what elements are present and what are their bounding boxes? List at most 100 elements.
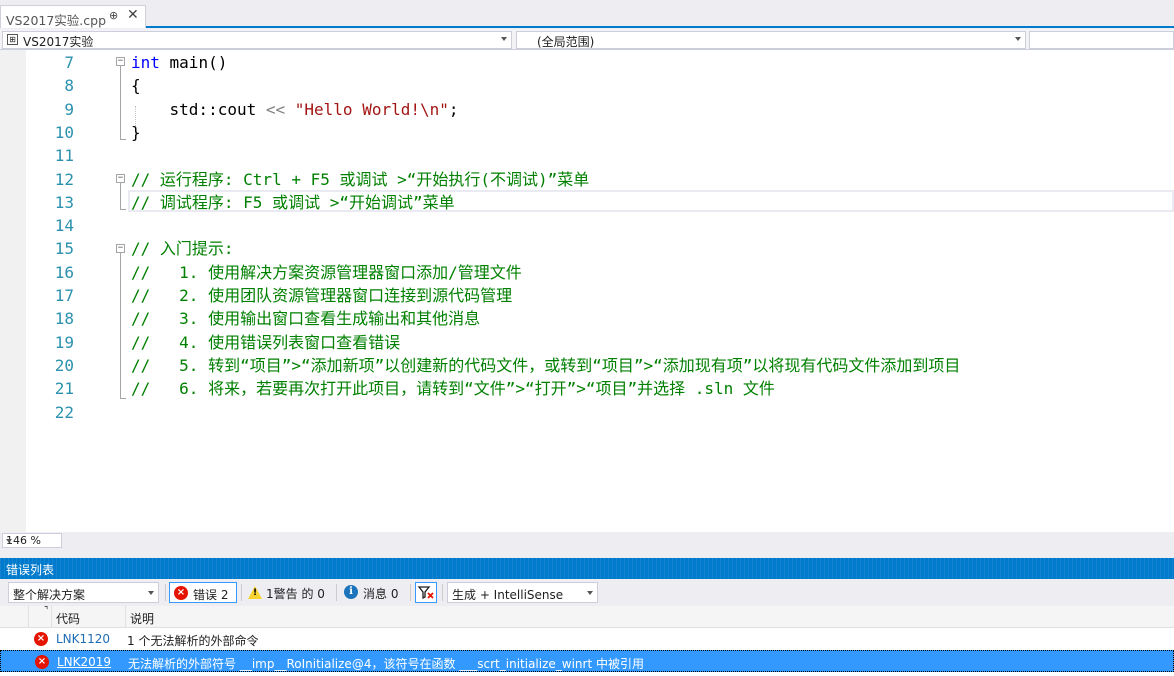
- error-row[interactable]: × LNK1120 1 个无法解析的外部命令: [0, 628, 1174, 650]
- filter-icon: [417, 586, 434, 600]
- code-token: // 入门提示:: [131, 239, 234, 259]
- zoom-dropdown[interactable]: 146 %: [2, 533, 62, 548]
- document-tab-strip: VS2017实验.cpp ⊕ ✕: [0, 0, 1174, 28]
- code-token: // 2. 使用团队资源管理器窗口连接到源代码管理: [131, 286, 513, 305]
- toolbar-separator: [241, 584, 242, 601]
- collapse-icon[interactable]: −: [116, 244, 125, 253]
- code-line: // 6. 将来，若要再次打开此项目，请转到“文件”>“打开”>“项目”并选择 …: [131, 377, 775, 400]
- scope-filter-value: 整个解决方案: [13, 588, 86, 602]
- chevron-down-icon: [6, 539, 12, 543]
- line-number: 16: [54, 262, 74, 282]
- code-editor[interactable]: 7 8 9 10 11 12 13 14 15 16 17 18 19 20 21 22 − − − int …: [0, 50, 1174, 532]
- chevron-down-icon: [1015, 37, 1021, 41]
- document-tab-title: VS2017实验.cpp: [6, 13, 107, 28]
- build-filter-value: 生成 + IntelliSense: [452, 588, 564, 602]
- fold-line: [120, 66, 121, 139]
- fold-line-end: [120, 139, 126, 140]
- code-token: {: [131, 76, 141, 96]
- line-number: 20: [54, 355, 74, 375]
- indicator-margin: [0, 50, 26, 532]
- header-cell-sort[interactable]: ⌝: [29, 606, 52, 628]
- error-code-link[interactable]: LNK2019: [57, 655, 111, 669]
- line-number: 21: [54, 379, 74, 399]
- code-token: // 运行程序: Ctrl + F5 或调试 >“开始执行(不调试)”菜单: [131, 169, 590, 189]
- document-tab[interactable]: VS2017实验.cpp ⊕ ✕: [0, 5, 146, 28]
- messages-filter-label: 消息 0: [363, 587, 399, 601]
- info-icon: i: [344, 585, 358, 599]
- line-number: 19: [54, 332, 74, 352]
- close-icon[interactable]: ✕: [127, 7, 139, 23]
- sort-icon: ⌝: [44, 606, 49, 616]
- error-list-bottom: [0, 672, 1174, 676]
- error-code-link[interactable]: LNK1120: [56, 632, 110, 646]
- code-line: {: [131, 74, 141, 97]
- errors-filter-label: 错误 2: [193, 588, 229, 602]
- chevron-down-icon: [148, 591, 154, 595]
- toolbar-separator: [165, 584, 166, 601]
- code-token: // 6. 将来，若要再次打开此项目，请转到“文件”>“打开”>“项目”并选择 …: [131, 379, 775, 399]
- code-token: // 5. 转到“项目”>“添加新项”以创建新的代码文件，或转到“项目”>“添加…: [131, 355, 961, 375]
- filter-button[interactable]: [415, 582, 437, 603]
- code-line: // 调试程序: F5 或调试 >“开始调试”菜单: [131, 191, 455, 214]
- toolbar-separator: [410, 584, 411, 601]
- error-description: 1 个无法解析的外部命令: [127, 634, 259, 648]
- code-line: // 2. 使用团队资源管理器窗口连接到源代码管理: [131, 284, 512, 307]
- line-number: 13: [54, 192, 74, 212]
- build-filter-dropdown[interactable]: 生成 + IntelliSense: [447, 582, 598, 603]
- code-token: // 1. 使用解决方案资源管理器窗口添加/管理文件: [131, 262, 522, 282]
- warnings-filter-button[interactable]: ! 1警告 的 0: [246, 582, 332, 603]
- code-token: "Hello World!\n": [294, 99, 449, 119]
- code-token: std::cout: [131, 99, 266, 119]
- scope-filter-dropdown[interactable]: 整个解决方案: [8, 582, 159, 603]
- toolbar-separator: [442, 584, 443, 601]
- messages-filter-button[interactable]: i 消息 0: [342, 582, 406, 603]
- code-line: // 3. 使用输出窗口查看生成输出和其他消息: [131, 307, 480, 330]
- editor-status-row: 146 %: [0, 532, 1174, 549]
- scope-dropdown[interactable]: (全局范围): [516, 31, 1026, 49]
- code-token: // 3. 使用输出窗口查看生成输出和其他消息: [131, 309, 481, 329]
- fold-line-end: [120, 209, 126, 210]
- chevron-down-icon: [501, 37, 507, 41]
- code-token: main(): [159, 53, 228, 72]
- line-number: 18: [54, 309, 74, 329]
- member-dropdown[interactable]: [1029, 31, 1174, 49]
- warning-icon: !: [248, 586, 262, 599]
- header-cell-code[interactable]: 代码: [52, 606, 126, 628]
- code-token: int: [131, 53, 160, 72]
- project-dropdown[interactable]: ⊞ VS2017实验: [2, 31, 512, 49]
- navigation-bar: ⊞ VS2017实验 (全局范围): [0, 29, 1174, 50]
- toolbar-separator: [336, 584, 337, 601]
- line-number: 15: [54, 239, 74, 259]
- code-token: }: [131, 122, 141, 142]
- error-list-title: 错误列表: [6, 563, 55, 577]
- code-line: std::cout << "Hello World!\n";: [131, 98, 459, 121]
- error-list-title-bar[interactable]: 错误列表: [0, 558, 1174, 579]
- scope-dropdown-value: (全局范围): [537, 35, 595, 49]
- error-icon: ×: [174, 586, 188, 600]
- errors-filter-button[interactable]: × 错误 2: [169, 582, 237, 603]
- column-header-description: 说明: [130, 612, 155, 626]
- fold-line: [120, 253, 121, 398]
- error-list-header: ⌝ 代码 说明: [0, 606, 1174, 628]
- code-line: // 运行程序: Ctrl + F5 或调试 >“开始执行(不调试)”菜单: [131, 168, 589, 191]
- warnings-filter-label: 1警告 的 0: [266, 587, 325, 601]
- line-number: 9: [64, 99, 74, 119]
- line-number: 22: [54, 402, 74, 422]
- line-number: 11: [54, 146, 74, 166]
- fold-line: [120, 183, 121, 209]
- code-line: }: [131, 121, 141, 144]
- line-number: 12: [54, 169, 74, 189]
- code-line: // 1. 使用解决方案资源管理器窗口添加/管理文件: [131, 261, 522, 284]
- collapse-icon[interactable]: −: [116, 57, 125, 66]
- code-token: ;: [448, 99, 459, 119]
- error-row-selected[interactable]: × LNK2019 无法解析的外部符号 __imp__RoInitialize@…: [0, 650, 1174, 672]
- header-cell-description[interactable]: 说明: [126, 606, 1174, 628]
- pin-icon[interactable]: ⊕: [109, 9, 118, 22]
- project-dropdown-value: VS2017实验: [23, 35, 94, 49]
- code-line: // 4. 使用错误列表窗口查看错误: [131, 331, 400, 354]
- code-line: // 入门提示:: [131, 237, 234, 260]
- header-cell-blank: [0, 606, 29, 628]
- collapse-icon[interactable]: −: [116, 174, 125, 183]
- project-icon: ⊞: [7, 34, 18, 45]
